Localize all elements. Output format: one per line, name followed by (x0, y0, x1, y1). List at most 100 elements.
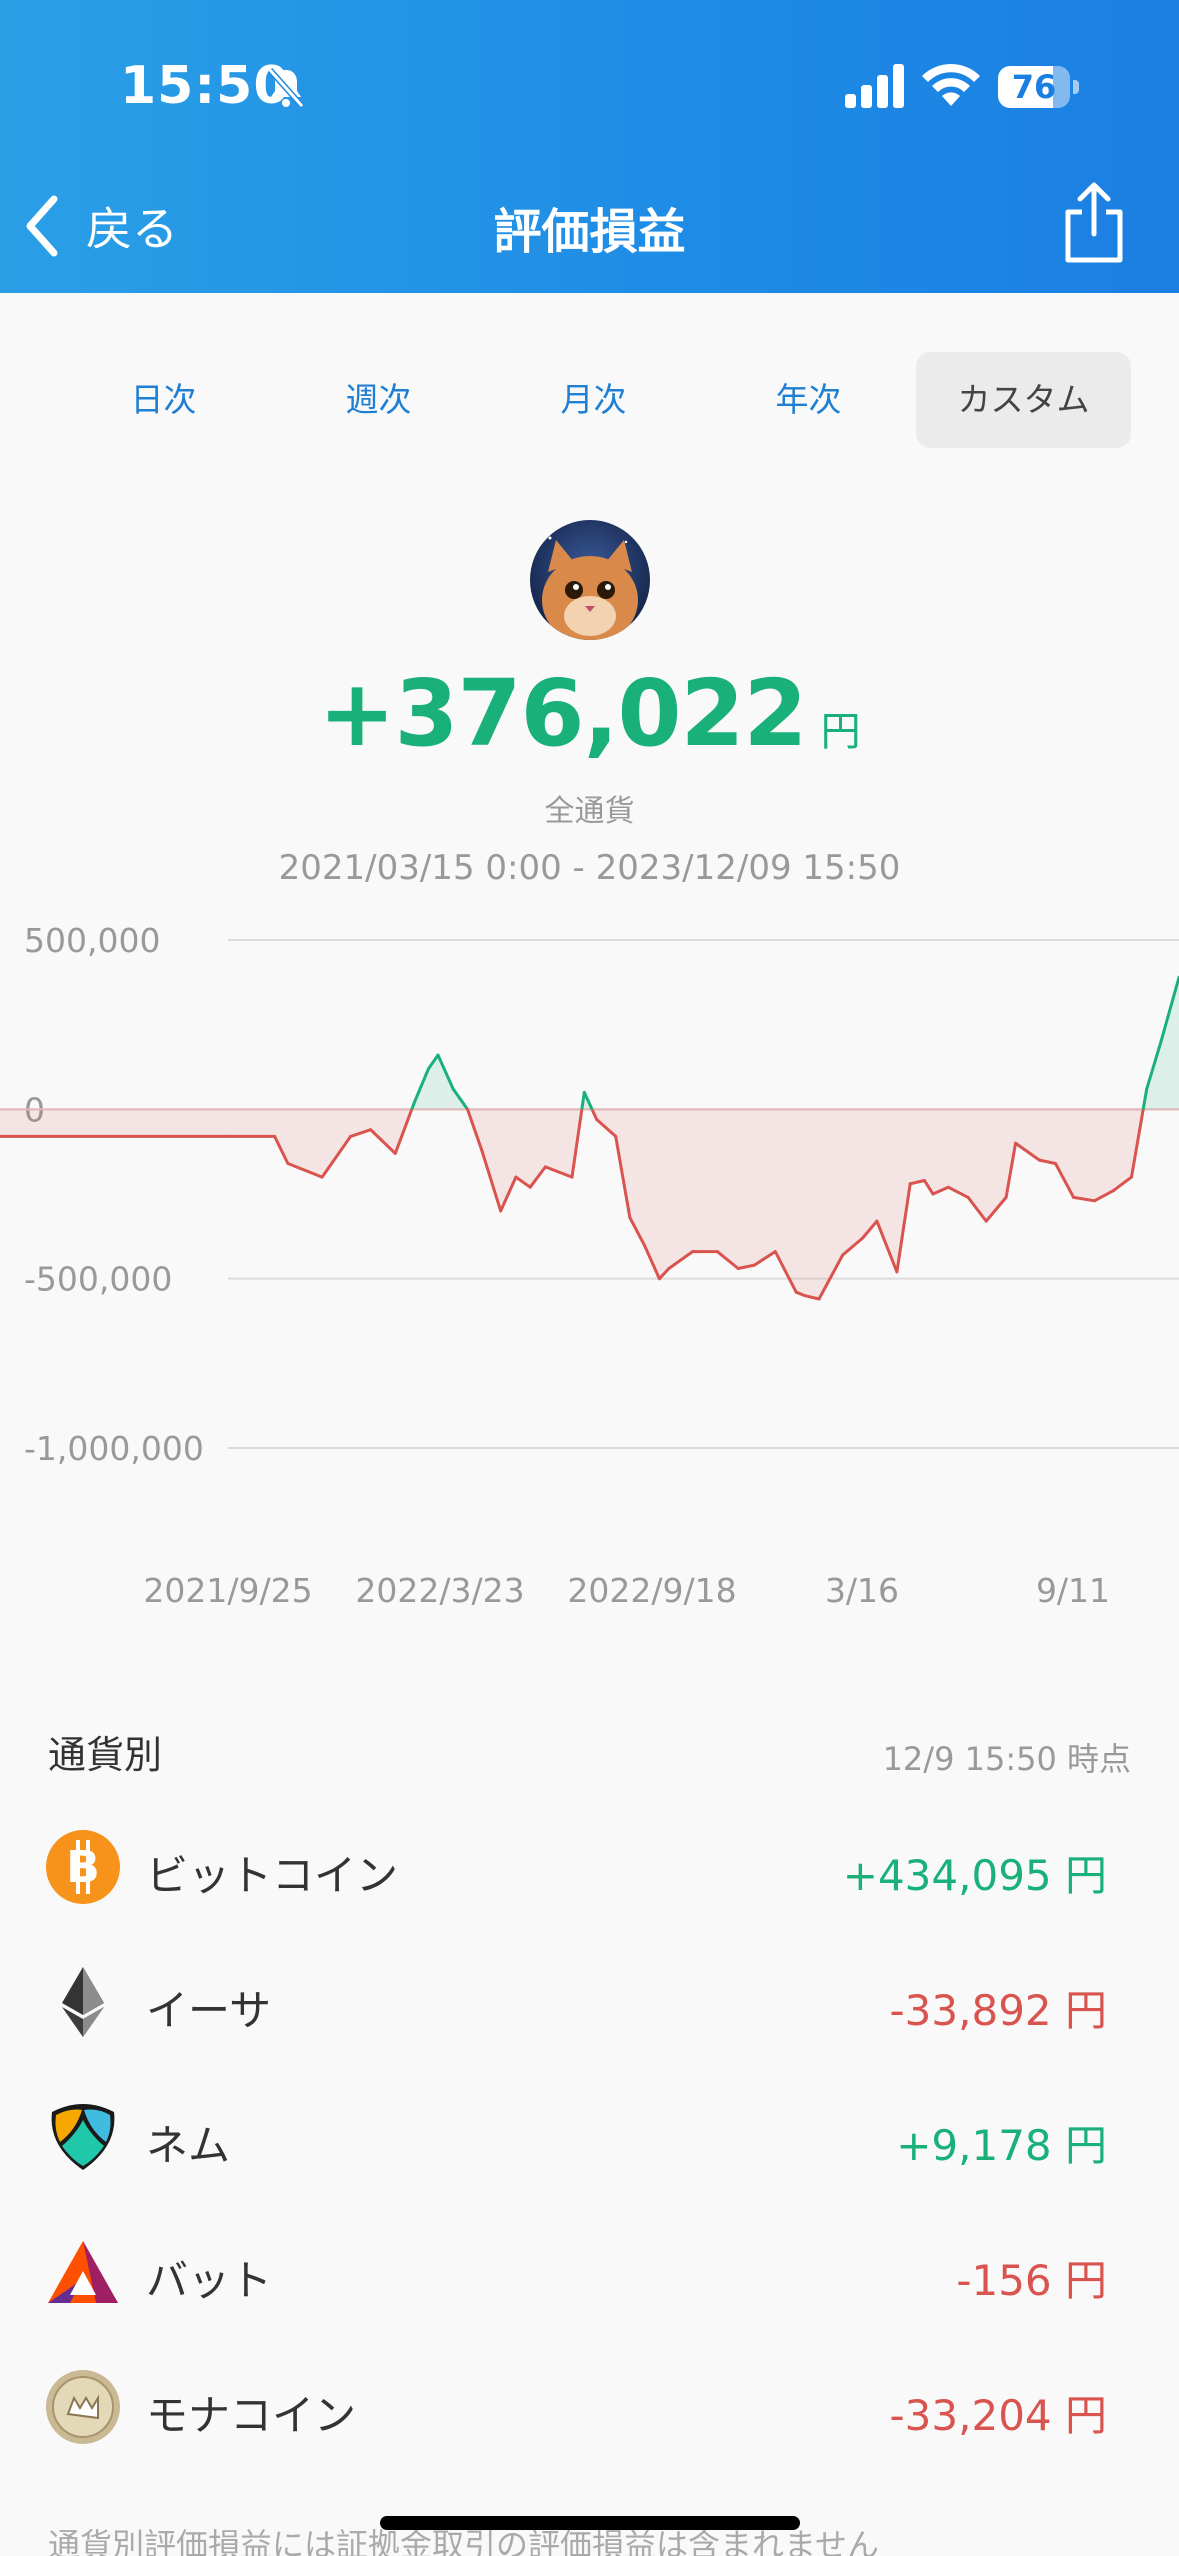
list-item-monacoin[interactable]: モナコイン -33,204 円 (0, 2352, 1179, 2462)
data-point (1159, 1040, 1163, 1044)
coin-pnl: -33,892 円 (889, 1986, 1107, 2035)
data-point (543, 1165, 547, 1169)
x-tick-label: 2021/9/25 (143, 1571, 312, 1610)
data-point (628, 1216, 632, 1220)
data-point (966, 1195, 970, 1199)
coin-pnl: +434,095 円 (842, 1851, 1107, 1900)
tab-yearly[interactable]: 年次 (701, 352, 916, 448)
silent-bell-icon (267, 68, 305, 108)
data-point (875, 1219, 879, 1223)
x-tick-label: 3/16 (825, 1571, 899, 1610)
y-tick-label: -1,000,000 (24, 1429, 204, 1468)
coin-name: イーサ (146, 1986, 272, 2035)
home-indicator (380, 2516, 800, 2530)
data-point (841, 1253, 845, 1257)
total-pnl-value: +376,022 (318, 660, 807, 767)
data-point (691, 1250, 695, 1254)
tab-weekly[interactable]: 週次 (271, 352, 486, 448)
coin-name: バット (146, 2256, 273, 2305)
data-point (752, 1263, 756, 1267)
tab-monthly[interactable]: 月次 (486, 352, 701, 448)
scope-label: 全通貨 (544, 794, 635, 829)
as-of-time: 12/9 15:50 時点 (882, 1740, 1131, 1778)
data-point (984, 1219, 988, 1223)
battery-indicator: 76 (998, 66, 1080, 108)
data-point (895, 1270, 899, 1274)
svg-text:B: B (66, 1842, 100, 1893)
coin-pnl: -33,204 円 (889, 2391, 1107, 2440)
x-tick-label: 9/11 (1036, 1571, 1110, 1610)
data-point (427, 1067, 430, 1071)
list-item-bat[interactable]: バット -156 円 (0, 2217, 1179, 2327)
x-tick-label: 2022/3/23 (355, 1571, 524, 1610)
share-icon[interactable] (1060, 180, 1128, 266)
x-tick-label: 2022/9/18 (567, 1571, 736, 1610)
period-tabs: 日次 週次 月次 年次 カスタム (56, 352, 1131, 448)
data-point (466, 1107, 469, 1111)
nem-icon (51, 2104, 115, 2170)
data-point (1072, 1195, 1076, 1199)
data-point (320, 1175, 324, 1179)
data-point (393, 1151, 397, 1155)
data-point (480, 1148, 484, 1152)
loss-area (0, 1109, 1144, 1299)
monacoin-icon (46, 2370, 120, 2444)
list-item-ethereum[interactable]: イーサ -33,892 円 (0, 1947, 1179, 2057)
data-point (1093, 1199, 1096, 1203)
coin-pnl: -156 円 (956, 2256, 1107, 2305)
y-tick-label: -500,000 (24, 1260, 172, 1299)
data-point (614, 1134, 618, 1138)
section-title: 通貨別 (48, 1733, 163, 1777)
data-point (228, 1134, 232, 1138)
data-point (582, 1090, 586, 1094)
data-point (1054, 1162, 1057, 1165)
coin-pnl: +9,178 円 (896, 2121, 1107, 2170)
ethereum-icon (62, 1967, 104, 2037)
list-item-bitcoin[interactable]: B ビットコイン +434,095 円 (0, 1812, 1179, 1922)
data-point (528, 1185, 532, 1189)
page-title: 評価損益 (493, 204, 686, 260)
data-point (514, 1175, 518, 1179)
app-header: 15:50 76 戻る 評価損益 (0, 0, 1179, 293)
coin-name: ビットコイン (146, 1851, 399, 1900)
wifi-icon (922, 63, 980, 106)
data-point (286, 1162, 290, 1165)
data-point (817, 1297, 821, 1301)
bitcoin-icon: B (46, 1830, 120, 1904)
list-item-nem[interactable]: ネム +9,178 円 (0, 2082, 1179, 2192)
tab-custom[interactable]: カスタム (916, 352, 1131, 448)
bat-icon (48, 2241, 118, 2303)
data-point (803, 1294, 807, 1298)
data-point (451, 1087, 455, 1091)
total-pnl-unit: 円 (820, 709, 861, 755)
data-point (412, 1101, 416, 1105)
data-point (570, 1175, 574, 1179)
tab-daily[interactable]: 日次 (56, 352, 271, 448)
data-point (773, 1250, 777, 1254)
data-point (349, 1134, 353, 1138)
data-point (922, 1179, 926, 1182)
data-point (1130, 1175, 1133, 1179)
cellular-signal-icon (845, 64, 904, 108)
data-point (946, 1185, 950, 1189)
avatar (530, 520, 650, 640)
data-point (715, 1250, 719, 1254)
period-range: 2021/03/15 0:00 - 2023/12/09 15:50 (278, 848, 901, 888)
data-point (667, 1267, 671, 1270)
data-point (908, 1182, 912, 1186)
battery-level: 76 (1011, 68, 1057, 106)
data-point (931, 1192, 935, 1196)
data-point (595, 1118, 599, 1121)
data-point (1037, 1158, 1041, 1162)
data-point (436, 1053, 440, 1057)
data-point (369, 1128, 373, 1132)
data-point (736, 1267, 740, 1270)
data-point (657, 1277, 661, 1281)
data-point (499, 1209, 503, 1213)
coin-name: ネム (146, 2121, 231, 2170)
data-point (1014, 1141, 1018, 1145)
pnl-chart[interactable]: 500,0000-500,000-1,000,0002021/9/25 2022/… (0, 900, 1179, 1620)
y-tick-label: 500,000 (24, 921, 160, 960)
data-point (1112, 1189, 1115, 1193)
data-point (273, 1134, 277, 1138)
